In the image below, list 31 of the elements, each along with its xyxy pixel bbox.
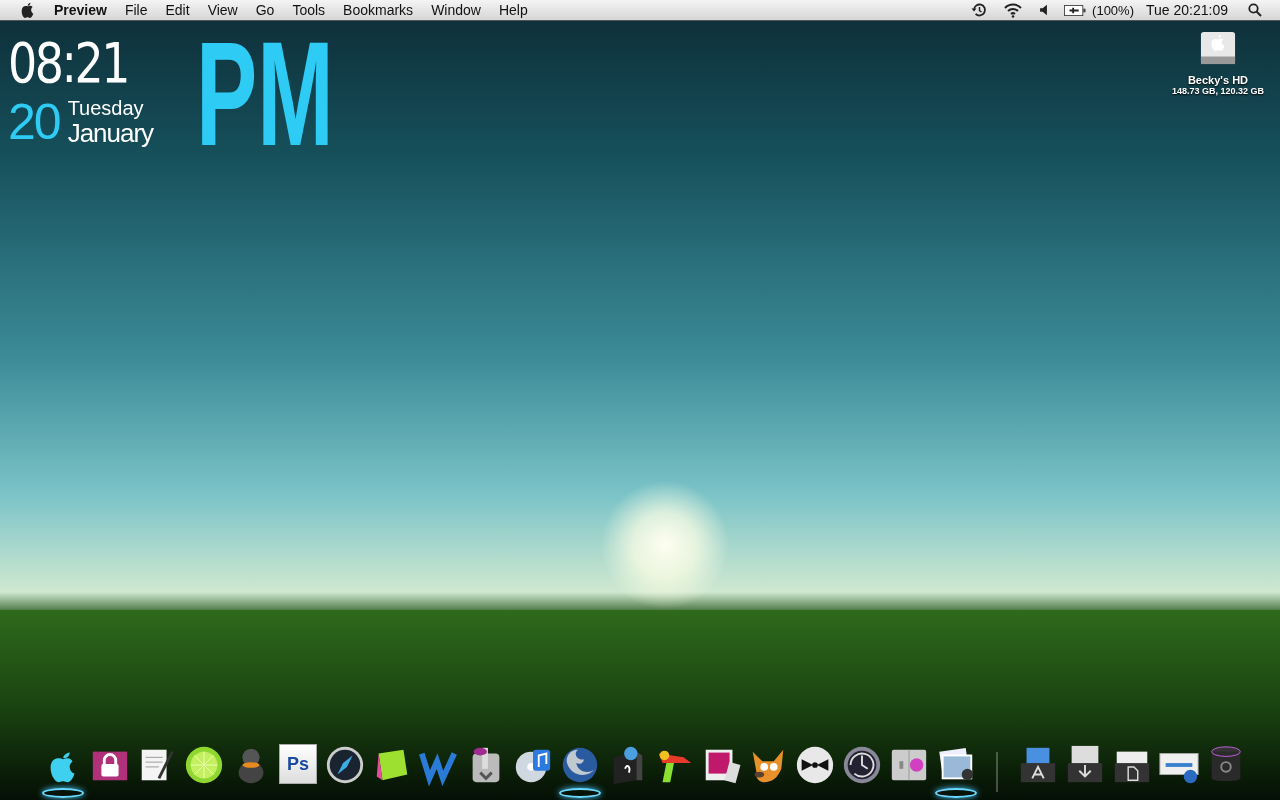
menu-item[interactable]: Help [489,2,537,18]
menu-item[interactable]: Window [422,2,490,18]
clock-time: 08:21 [8,32,129,94]
menu-item[interactable]: Edit [156,2,199,18]
menu-item[interactable]: View [198,2,247,18]
compass-icon[interactable] [324,744,366,786]
battery-percentage: (100%) [1092,2,1134,18]
menu-item[interactable]: Tools [283,2,335,18]
menu-item[interactable]: Bookmarks [334,2,423,18]
lime-slice-icon[interactable] [183,744,225,786]
battery-icon[interactable] [1064,4,1087,16]
apple-menu-icon[interactable] [20,2,35,18]
search-icon[interactable] [1248,3,1262,17]
month-text: January [67,119,154,147]
clock-arrow-icon[interactable] [971,2,988,18]
running-indicator [42,788,84,798]
menu-item[interactable]: File [115,2,157,18]
menu-item[interactable]: Go [246,2,284,18]
running-indicator [935,788,977,798]
weekday-text: Tuesday [67,97,145,119]
day-number: 20 [8,94,60,150]
drive-name: Becky's HD [1187,74,1248,86]
drive-capacity: 148.73 GB, 120.32 GB [1171,86,1264,96]
photoshop-icon[interactable]: Ps [279,744,317,784]
bow-tie-icon[interactable] [794,744,836,786]
speaker-icon[interactable] [1039,4,1049,16]
menu-clock[interactable]: Tue 20:21:09 [1146,2,1228,18]
am-pm-text: PM [196,32,334,156]
app-menu[interactable]: Preview [45,2,116,18]
running-indicator [559,788,601,798]
wifi-icon[interactable] [1003,2,1024,18]
